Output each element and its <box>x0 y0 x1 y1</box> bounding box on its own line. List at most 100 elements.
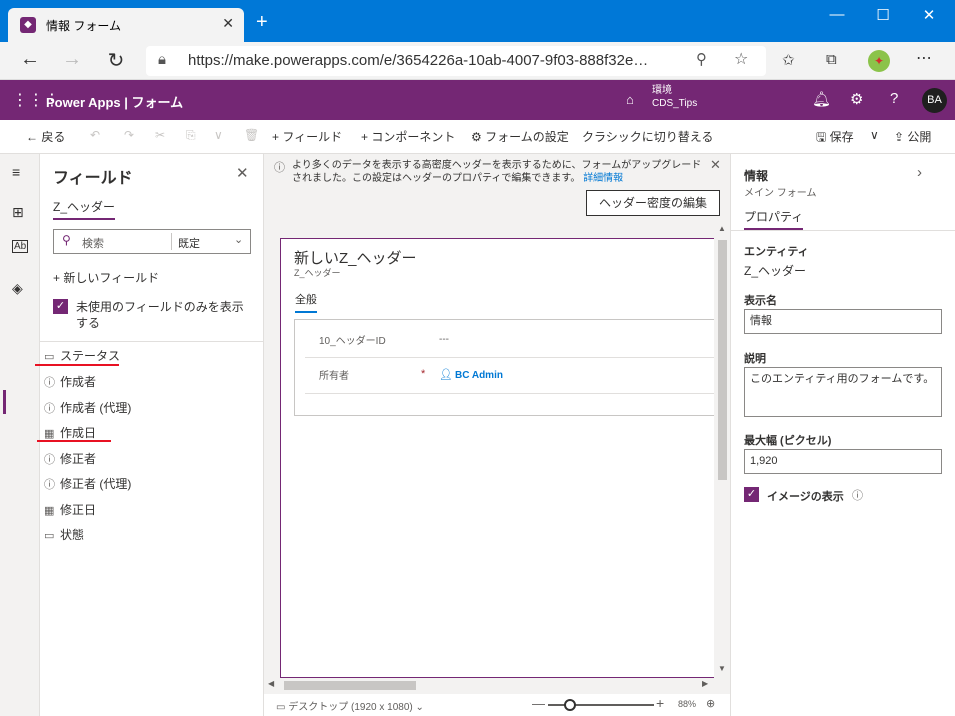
form-title: 新しいZ_ヘッダー <box>294 250 417 267</box>
back-button[interactable]: ← 戻る <box>26 128 65 145</box>
refresh-icon[interactable]: ↻ <box>102 48 130 73</box>
field-item[interactable]: ▭ 状態 <box>44 526 84 543</box>
save-button[interactable]: 🖫 保存 <box>816 128 854 149</box>
form-preview[interactable]: 新しいZ_ヘッダー Z_ヘッダー 全般 10_ヘッダーID --- 所有者 * … <box>280 238 716 678</box>
components-icon[interactable]: ⊞ <box>12 204 24 221</box>
window-close-icon[interactable]: ✕ <box>906 6 952 24</box>
forward-arrow-icon[interactable]: → <box>58 48 86 71</box>
field-item[interactable]: ▭ ステータス <box>44 347 120 364</box>
field-item[interactable]: ▦ 修正日 <box>44 501 96 518</box>
description-field[interactable]: このエンティティ用のフォームです。 <box>744 367 942 417</box>
field-item[interactable]: ⓘ 作成者 (代理) <box>44 399 131 416</box>
form-section[interactable]: 10_ヘッダーID --- 所有者 * 👤︎ BC Admin <box>294 319 716 416</box>
settings-gear-icon[interactable]: ⚙ <box>850 90 863 108</box>
zoom-icon[interactable]: ⚲ <box>696 50 707 68</box>
tab-general[interactable]: 全般 <box>295 291 317 313</box>
plus-icon: + <box>361 130 372 144</box>
add-component-button[interactable]: + コンポーネント <box>361 128 455 145</box>
scroll-up-icon[interactable]: ▲ <box>718 224 726 233</box>
text-field-icon: ▭ <box>44 530 55 542</box>
field-label: 所有者 <box>319 371 349 382</box>
calendar-icon: ▦ <box>44 428 55 440</box>
search-input[interactable]: 検索 <box>82 235 104 251</box>
person-icon: 👤︎ <box>439 369 453 381</box>
collections-icon[interactable]: ⧉ <box>826 51 837 68</box>
filter-dropdown[interactable]: 既定 <box>178 235 200 251</box>
show-image-checkbox[interactable]: ✓ <box>744 487 759 502</box>
zoom-slider-thumb[interactable] <box>564 699 576 711</box>
scroll-thumb[interactable] <box>718 240 727 480</box>
add-field-button[interactable]: + フィールド <box>272 128 342 145</box>
vertical-scrollbar[interactable]: ▲ ▼ <box>714 224 730 680</box>
favorites-list-icon[interactable]: ✩ <box>782 51 795 69</box>
publish-button[interactable]: ⇪ 公開 <box>894 128 931 145</box>
search-divider <box>171 233 172 250</box>
field-search-box[interactable]: ⚲ 検索 既定 ⌄ <box>53 229 251 254</box>
lookup-field-icon: ⓘ <box>44 377 55 389</box>
paste-dropdown-chevron-icon[interactable]: ∨ <box>214 128 223 142</box>
notification-bell-icon[interactable]: 🔔︎ <box>812 90 831 108</box>
entity-tab[interactable]: Z_ヘッダー <box>53 198 116 220</box>
cut-icon[interactable]: ✂ <box>155 128 165 142</box>
chevron-down-icon: ⌄ <box>412 702 424 713</box>
menu-hamburger-icon[interactable]: ≡ <box>12 164 20 180</box>
app-title: Power Apps | フォーム <box>46 95 184 110</box>
form-settings-icon: ⚙ <box>471 130 486 144</box>
highlight-underline <box>35 364 119 366</box>
new-field-button[interactable]: + 新しいフィールド <box>53 269 159 286</box>
lock-icon: 🔒︎ <box>158 51 166 68</box>
new-tab-icon[interactable]: + <box>256 12 268 32</box>
banner-close-icon[interactable]: ✕ <box>710 157 721 173</box>
paste-icon[interactable]: ⎘ <box>186 128 196 143</box>
browser-tab[interactable]: ◆ 情報 フォーム ✕ <box>8 8 244 42</box>
tab-properties[interactable]: プロパティ <box>744 208 804 230</box>
chevron-down-icon[interactable]: ⌄ <box>234 233 243 246</box>
display-name-field[interactable]: 情報 <box>744 309 942 334</box>
back-arrow-icon[interactable]: ← <box>16 48 44 71</box>
zoom-in-icon[interactable]: + <box>656 695 664 711</box>
save-dropdown-chevron-icon[interactable]: ∨ <box>870 128 879 142</box>
max-width-field[interactable]: 1,920 <box>744 449 942 474</box>
lookup-field-icon: ⓘ <box>44 403 55 415</box>
tree-view-icon[interactable]: ◈ <box>12 280 23 297</box>
environment-picker[interactable]: 環境 CDS_Tips <box>652 84 697 110</box>
favorite-star-icon[interactable]: ☆ <box>734 49 748 69</box>
delete-icon[interactable]: 🗑︎ <box>244 128 259 142</box>
field-item[interactable]: ▦ 作成日 <box>44 424 96 441</box>
owner-link[interactable]: BC Admin <box>455 370 503 381</box>
url-field[interactable]: 🔒︎ https://make.powerapps.com/e/3654226a… <box>146 46 766 76</box>
avatar[interactable]: BA <box>922 88 947 113</box>
scroll-right-icon[interactable]: ▶ <box>702 679 708 688</box>
maximize-icon[interactable]: ☐ <box>860 6 906 24</box>
more-menu-icon[interactable]: ⋯ <box>916 48 932 68</box>
powerapps-favicon-icon: ◆ <box>20 17 36 33</box>
lookup-field-icon: ⓘ <box>44 454 55 466</box>
edit-header-density-button[interactable]: ヘッダー密度の編集 <box>586 190 720 216</box>
zoom-out-icon[interactable]: — <box>532 696 545 711</box>
show-image-label: イメージの表示 <box>767 491 844 503</box>
chevron-right-icon[interactable]: › <box>917 164 922 181</box>
learn-more-link[interactable]: 詳細情報 <box>583 173 623 184</box>
info-icon[interactable]: ⓘ <box>852 487 863 503</box>
redo-icon[interactable]: ↷ <box>124 128 134 142</box>
scroll-down-icon[interactable]: ▼ <box>718 664 726 673</box>
field-item[interactable]: ⓘ 作成者 <box>44 373 96 390</box>
tab-close-icon[interactable]: ✕ <box>222 15 234 32</box>
scroll-left-icon[interactable]: ◀ <box>268 679 274 688</box>
fit-to-screen-icon[interactable]: ⊕ <box>706 697 715 710</box>
panel-close-icon[interactable]: ✕ <box>236 164 249 182</box>
profile-icon[interactable]: ✦ <box>868 50 890 72</box>
minimize-icon[interactable]: — <box>814 6 860 23</box>
help-icon[interactable]: ? <box>890 90 898 107</box>
undo-icon[interactable]: ↶ <box>90 128 100 142</box>
switch-classic-button[interactable]: クラシックに切り替える <box>582 128 713 145</box>
scroll-thumb[interactable] <box>284 681 416 690</box>
entity-label: エンティティ <box>744 246 809 258</box>
field-item[interactable]: ⓘ 修正者 (代理) <box>44 475 131 492</box>
view-size-dropdown[interactable]: ▭ デスクトップ (1920 x 1080) ⌄ <box>276 698 424 713</box>
horizontal-scrollbar[interactable]: ◀ ▶ <box>264 678 714 692</box>
fields-icon[interactable]: Ab <box>12 240 29 253</box>
field-item[interactable]: ⓘ 修正者 <box>44 450 96 467</box>
unused-only-checkbox[interactable]: ✓ <box>53 299 68 314</box>
form-settings-button[interactable]: ⚙ フォームの設定 <box>471 128 569 145</box>
